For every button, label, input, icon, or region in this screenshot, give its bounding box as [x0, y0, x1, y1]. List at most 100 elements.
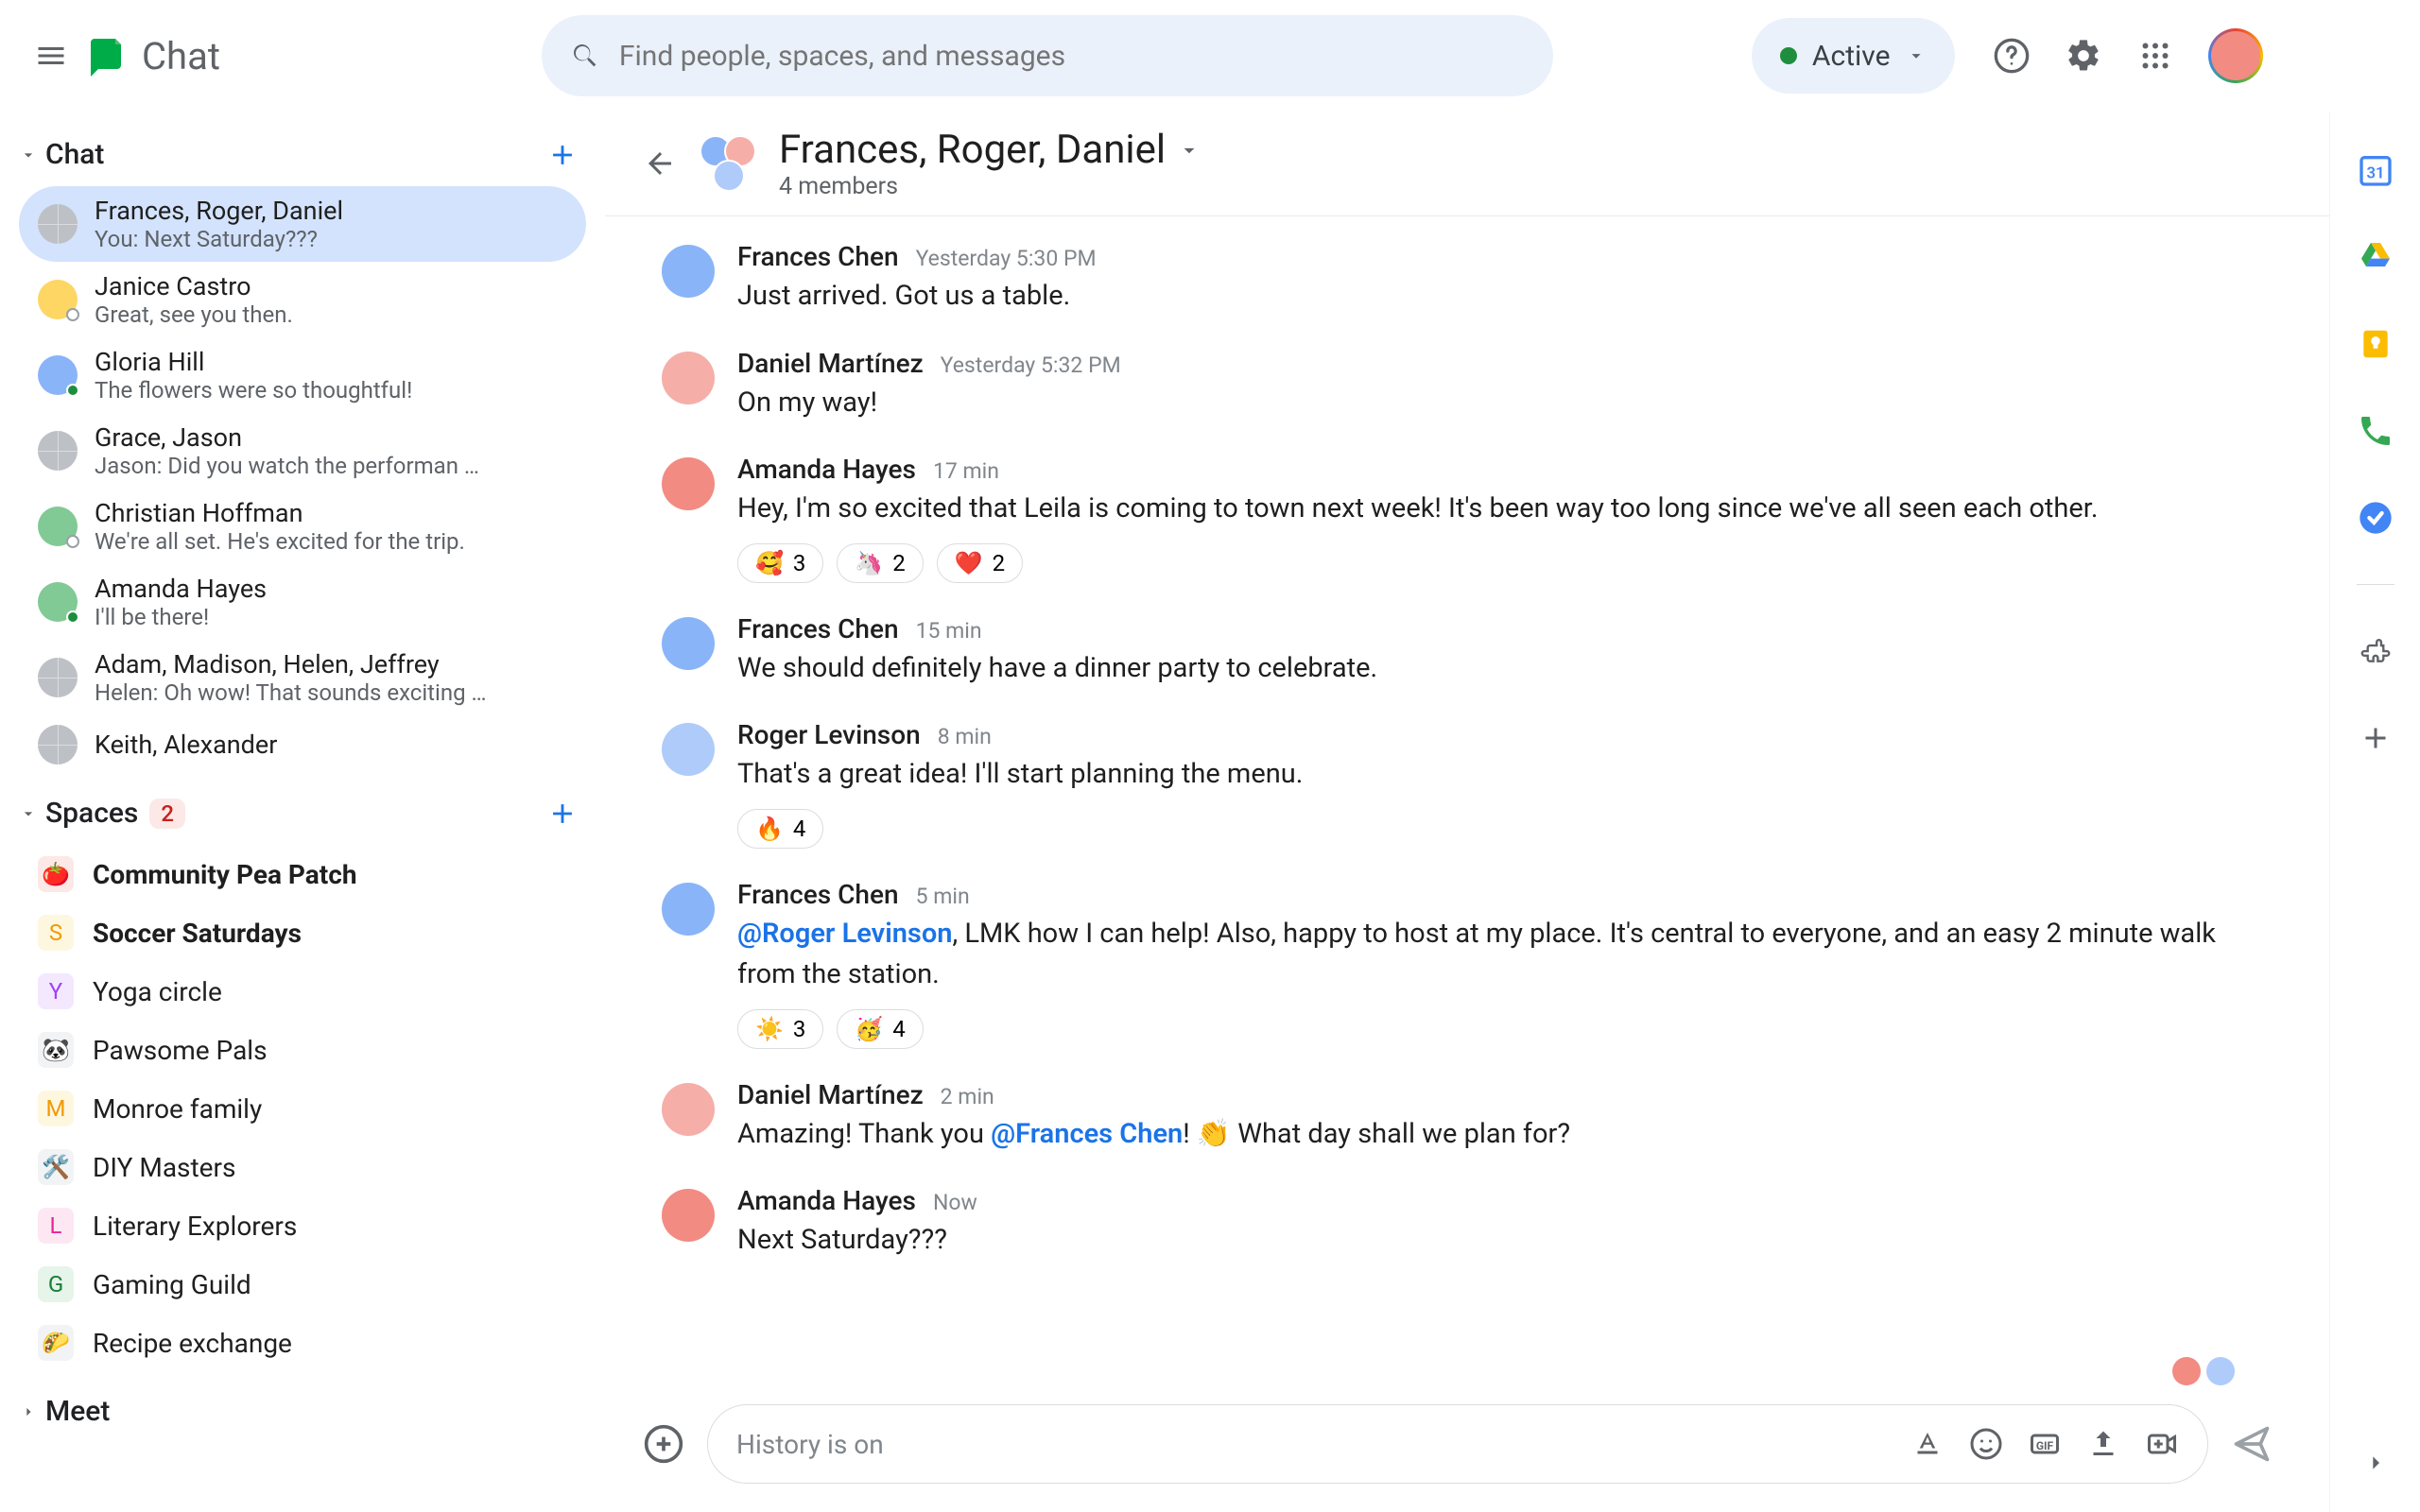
avatar	[662, 723, 715, 776]
get-addons-button[interactable]	[2355, 717, 2396, 759]
mention[interactable]: @Roger Levinson	[737, 918, 952, 950]
meet-button[interactable]	[2145, 1427, 2179, 1461]
chat-member-count[interactable]: 4 members	[779, 173, 1201, 200]
conversation-name: Keith, Alexander	[95, 730, 277, 760]
conversation-item[interactable]: Janice CastroGreat, see you then.	[19, 262, 586, 337]
space-item[interactable]: YYoga circle	[19, 962, 586, 1021]
conversation-item[interactable]: Frances, Roger, DanielYou: Next Saturday…	[19, 186, 586, 262]
space-item[interactable]: LLiterary Explorers	[19, 1196, 586, 1255]
space-icon: G	[38, 1266, 74, 1302]
spaces-unread-badge: 2	[149, 799, 185, 829]
message-author: Frances Chen	[737, 879, 899, 910]
message: Frances Chen5 min@Roger Levinson, LMK ho…	[662, 864, 2273, 1064]
conversation-snippet: You: Next Saturday???	[95, 226, 343, 252]
conversation-item[interactable]: Adam, Madison, Helen, JeffreyHelen: Oh w…	[19, 640, 586, 715]
space-name: Community Pea Patch	[93, 859, 357, 890]
addons-button[interactable]	[2355, 630, 2396, 672]
avatar	[38, 582, 78, 622]
message-author: Frances Chen	[737, 241, 899, 272]
space-name: Soccer Saturdays	[93, 918, 302, 949]
new-chat-button[interactable]	[546, 139, 579, 171]
drive-app-icon[interactable]	[2355, 236, 2396, 278]
composer-placeholder: History is on	[736, 1429, 1910, 1460]
spaces-section-header[interactable]: Spaces 2	[0, 789, 605, 837]
message: Daniel MartínezYesterday 5:32 PMOn my wa…	[662, 333, 2273, 439]
reaction-chip[interactable]: 🔥4	[737, 809, 823, 849]
message-text: Hey, I'm so excited that Leila is coming…	[737, 489, 2273, 530]
message-time: 8 min	[938, 724, 992, 749]
space-item[interactable]: SSoccer Saturdays	[19, 903, 586, 962]
emoji-button[interactable]	[1969, 1427, 2003, 1461]
reaction-chip[interactable]: ☀️3	[737, 1009, 823, 1049]
avatar	[662, 617, 715, 670]
format-button[interactable]	[1910, 1427, 1945, 1461]
caret-down-icon	[19, 804, 38, 823]
chat-header: Frances, Roger, Daniel 4 members	[605, 112, 2329, 216]
conversation-item[interactable]: Christian HoffmanWe're all set. He's exc…	[19, 489, 586, 564]
message-author: Daniel Martínez	[737, 348, 924, 379]
reaction-chip[interactable]: 🦄2	[837, 543, 923, 583]
space-name: Literary Explorers	[93, 1211, 297, 1242]
conversation-item[interactable]: Grace, JasonJason: Did you watch the per…	[19, 413, 586, 489]
space-icon: 🐼	[38, 1032, 74, 1068]
conversation-item[interactable]: Amanda HayesI'll be there!	[19, 564, 586, 640]
space-name: Yoga circle	[93, 976, 222, 1007]
upload-button[interactable]	[2086, 1427, 2120, 1461]
settings-button[interactable]	[2065, 37, 2102, 75]
reaction-chip[interactable]: 🥳4	[837, 1009, 923, 1049]
search-input[interactable]	[619, 40, 1525, 73]
space-item[interactable]: 🍅Community Pea Patch	[19, 845, 586, 903]
space-name: Monroe family	[93, 1093, 262, 1125]
main-chat-panel: Frances, Roger, Daniel 4 members Frances…	[605, 112, 2329, 1512]
main-menu-button[interactable]	[28, 33, 74, 78]
space-item[interactable]: GGaming Guild	[19, 1255, 586, 1314]
collapse-panel-button[interactable]	[2355, 1442, 2396, 1484]
chat-avatar-stack	[700, 135, 756, 192]
account-button[interactable]	[2208, 28, 2263, 83]
space-item[interactable]: 🌮Recipe exchange	[19, 1314, 586, 1372]
chat-title[interactable]: Frances, Roger, Daniel	[779, 127, 1201, 173]
avatar	[38, 355, 78, 395]
message-text: We should definitely have a dinner party…	[737, 648, 2273, 690]
chevron-down-icon	[1906, 45, 1927, 66]
keep-app-icon[interactable]	[2355, 323, 2396, 365]
spaces-section-label: Spaces	[45, 797, 138, 830]
conversation-item[interactable]: Gloria HillThe flowers were so thoughtfu…	[19, 337, 586, 413]
calendar-app-icon[interactable]: 31	[2355, 149, 2396, 191]
message-author: Amanda Hayes	[737, 1185, 916, 1216]
message-author: Amanda Hayes	[737, 454, 916, 485]
status-label: Active	[1812, 40, 1891, 73]
space-item[interactable]: 🐼Pawsome Pals	[19, 1021, 586, 1079]
apps-button[interactable]	[2136, 37, 2174, 75]
message: Roger Levinson8 minThat's a great idea! …	[662, 704, 2273, 864]
contacts-app-icon[interactable]	[2355, 410, 2396, 452]
new-space-button[interactable]	[546, 798, 579, 830]
message-author: Frances Chen	[737, 613, 899, 644]
message-text: @Roger Levinson, LMK how I can help! Als…	[737, 914, 2273, 996]
status-selector[interactable]: Active	[1752, 18, 1955, 94]
space-icon: 🌮	[38, 1325, 74, 1361]
caret-down-icon	[19, 146, 38, 164]
mention[interactable]: @Frances Chen	[991, 1118, 1183, 1150]
message-composer[interactable]: History is on GIF	[707, 1404, 2208, 1484]
reaction-chip[interactable]: ❤️2	[937, 543, 1023, 583]
send-button[interactable]	[2231, 1423, 2273, 1465]
space-item[interactable]: 🛠️DIY Masters	[19, 1138, 586, 1196]
add-button[interactable]	[643, 1423, 684, 1465]
space-icon: M	[38, 1091, 74, 1126]
message-text: Amazing! Thank you @Frances Chen! 👏 What…	[737, 1114, 2273, 1156]
message: Amanda HayesNowNext Saturday???	[662, 1170, 2273, 1277]
conversation-item[interactable]: Keith, Alexander	[19, 715, 586, 774]
chat-section-header[interactable]: Chat	[0, 130, 605, 179]
help-button[interactable]	[1993, 37, 2031, 75]
message: Amanda Hayes17 minHey, I'm so excited th…	[662, 438, 2273, 598]
space-item[interactable]: M Monroe family	[19, 1079, 586, 1138]
search-bar[interactable]	[542, 15, 1553, 96]
chevron-down-icon	[1177, 138, 1201, 163]
gif-button[interactable]: GIF	[2028, 1427, 2062, 1461]
tasks-app-icon[interactable]	[2355, 497, 2396, 539]
back-button[interactable]	[643, 146, 677, 180]
meet-section-header[interactable]: Meet	[0, 1387, 605, 1435]
reaction-chip[interactable]: 🥰3	[737, 543, 823, 583]
app-title: Chat	[142, 34, 220, 78]
